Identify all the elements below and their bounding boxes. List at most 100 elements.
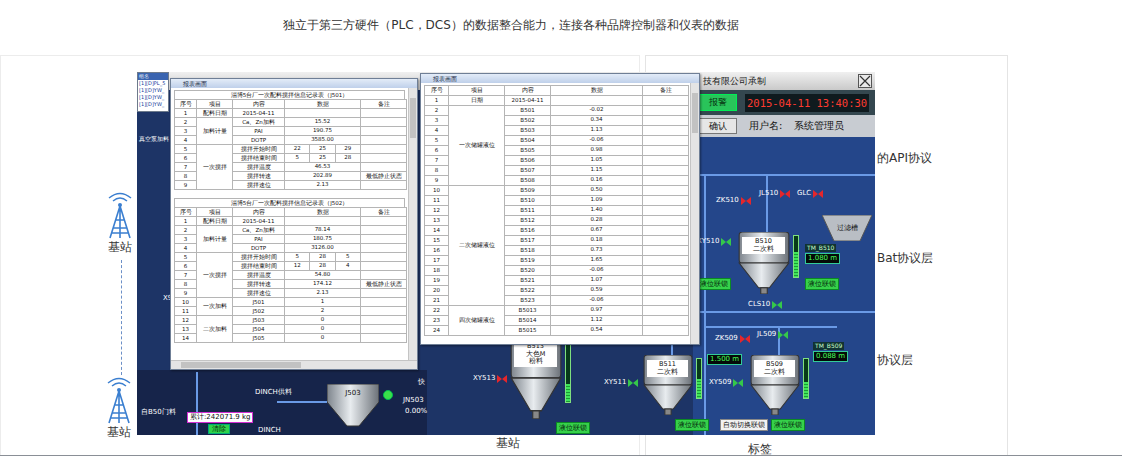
valve[interactable]: JL509	[757, 330, 788, 339]
vertical-scrollbar[interactable]	[690, 83, 699, 344]
note-cell	[361, 217, 407, 226]
scroll-thumb[interactable]	[692, 93, 698, 133]
valve[interactable]: ZK509	[715, 334, 750, 343]
content-cell: 搅拌开始时间	[233, 145, 285, 154]
data-cell: 2.13	[285, 181, 361, 190]
row-number: 22	[425, 306, 449, 316]
valve[interactable]: XY513	[473, 374, 507, 383]
table-row: 4DOTP3126.00	[175, 244, 407, 253]
data-cell: 2.13	[285, 289, 361, 298]
data-cell: 0.67	[551, 226, 643, 236]
note-cell: 最低静止状态	[361, 172, 407, 181]
interlock-badge[interactable]: 液位联锁	[771, 419, 805, 431]
vertical-scrollbar[interactable]	[408, 88, 417, 360]
interlock-badge[interactable]: 液位联锁	[697, 278, 731, 290]
row-number: 1	[425, 96, 449, 106]
scada-label: DINCH供料	[255, 388, 292, 397]
note-cell	[643, 286, 689, 296]
data-cell: 5285	[285, 253, 361, 262]
valve-tag: JL509	[757, 330, 776, 339]
row-number: 5	[175, 253, 197, 262]
interlock-badge[interactable]: 液位联锁	[675, 419, 709, 431]
data-cell: 54.80	[285, 271, 361, 280]
data-cell: 0.98	[551, 146, 643, 156]
table-row: 17B5191.65	[425, 256, 689, 266]
table-row: 9搅拌速位2.13	[175, 181, 407, 190]
note-cell	[361, 136, 407, 145]
tank[interactable]: B510二次料	[737, 232, 799, 294]
valve-icon	[497, 375, 507, 383]
row-number: 4	[425, 126, 449, 136]
data-values: 222529	[285, 145, 360, 153]
data-cell: 15.52	[285, 118, 361, 127]
row-number: 5	[175, 145, 197, 154]
data-cell: 78.14	[285, 226, 361, 235]
valve-tag: GLC	[797, 189, 811, 198]
group-cell: 配料日期	[197, 217, 233, 226]
alarm-button[interactable]: 报警	[699, 94, 737, 111]
data-values: 0.67	[551, 226, 642, 235]
tree-item[interactable]: [1][D]YW_	[138, 87, 168, 94]
data-value: 54.80	[285, 271, 360, 279]
group-cell: 加料计量	[197, 226, 233, 253]
tree-item[interactable]: [1][D]YW_	[138, 101, 168, 108]
filter-tank: 过滤槽	[822, 215, 872, 241]
table-row: 20B5220.59	[425, 286, 689, 296]
report-content: 淄博5台厂一次配料搅拌信息记录表（J501）序号项目内容数据备注1配料日期201…	[171, 88, 408, 360]
tree-item[interactable]: [1][D]YW_	[138, 94, 168, 101]
valve[interactable]: XY509	[709, 378, 743, 387]
data-values: -0.06	[551, 136, 642, 145]
column-header: 备注	[361, 100, 407, 109]
tree-item[interactable]: [1][D]PL_5	[138, 80, 168, 87]
note-cell	[361, 226, 407, 235]
valve-icon	[780, 190, 790, 198]
data-cell: 0.50	[551, 186, 643, 196]
interlock-badge[interactable]: 液位联锁	[805, 278, 839, 290]
content-cell: J505	[233, 334, 285, 343]
tank-label: B513大色M粉料	[514, 342, 557, 367]
valve[interactable]: XY511	[604, 378, 638, 387]
data-value: 1.09	[551, 196, 642, 205]
data-values	[285, 109, 360, 117]
data-value: 1	[285, 298, 360, 306]
scroll-thumb[interactable]	[181, 362, 301, 368]
valve-icon	[778, 331, 788, 339]
confirm-button[interactable]: 确认	[699, 118, 737, 134]
tank[interactable]: B511二次料	[642, 355, 702, 415]
valve[interactable]: JL510	[759, 189, 790, 198]
data-cell	[285, 109, 361, 118]
valve[interactable]: GLC	[797, 189, 823, 198]
group-cell: 配料日期	[197, 109, 233, 118]
scroll-thumb[interactable]	[410, 98, 416, 138]
interlock-badge[interactable]: 液位联锁	[556, 422, 590, 434]
note-cell	[643, 266, 689, 276]
row-number: 6	[175, 154, 197, 163]
data-values: 2.13	[285, 289, 360, 297]
clear-button[interactable]: 清除	[208, 424, 230, 434]
content-cell: Ca、Zn加料	[233, 226, 285, 235]
hopper-label: J503	[327, 389, 379, 397]
data-values: 46.53	[285, 163, 360, 171]
divider	[0, 455, 1122, 456]
report-table-title: 淄博5台厂一次配料搅拌信息记录表（J501）	[174, 90, 405, 99]
content-cell: 搅拌结束时间	[233, 262, 285, 271]
close-icon[interactable]	[858, 74, 872, 88]
horizontal-scrollbar[interactable]	[171, 360, 417, 369]
row-number: 16	[425, 246, 449, 256]
valve[interactable]: ZK510	[716, 196, 751, 205]
valve[interactable]: XY510	[697, 237, 731, 246]
data-values: 2.13	[285, 181, 360, 189]
interlock-badge[interactable]: 自动切换联锁	[720, 419, 768, 431]
valve[interactable]: CLS10	[748, 300, 782, 309]
note-cell	[361, 298, 407, 307]
row-number: 4	[175, 244, 197, 253]
data-cell: 0.34	[551, 116, 643, 126]
table-row: 19B5211.07	[425, 276, 689, 286]
header-row: 序号项目内容数据备注	[425, 86, 689, 96]
data-cell: 1.13	[551, 126, 643, 136]
table-row: 2加料计量Ca、Zn加料15.52	[175, 118, 407, 127]
tank[interactable]: B509二次料	[749, 355, 809, 415]
tank[interactable]: B513大色M粉料	[509, 337, 571, 419]
group-cell: 日期	[449, 96, 505, 106]
table-row: 1配料日期2015-04-11	[175, 217, 407, 226]
